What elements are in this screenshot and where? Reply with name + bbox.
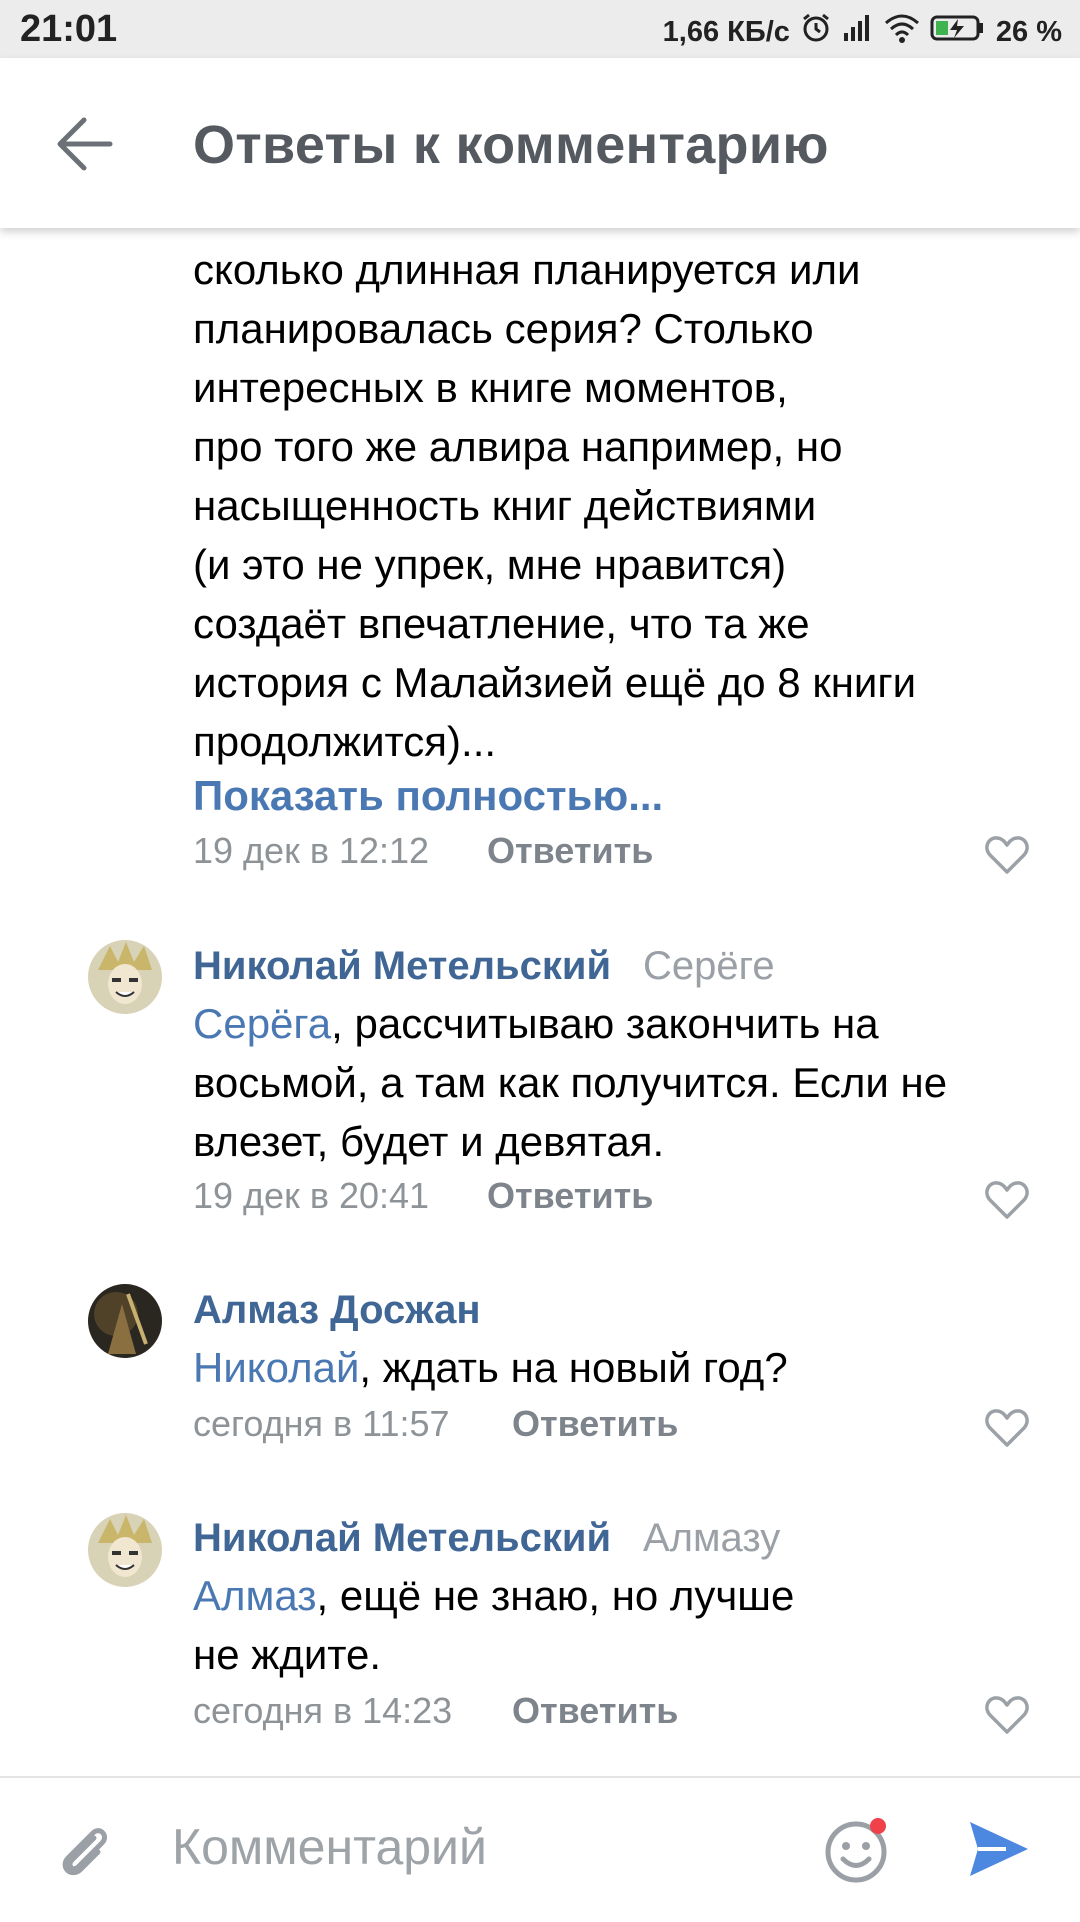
comment-author[interactable]: Николай Метельский — [193, 944, 611, 989]
network-speed: 1,66 КБ/с — [662, 15, 790, 48]
comment-text-span: , рассчитываю закончить на — [331, 1000, 879, 1047]
comment-author[interactable]: Алмаз Досжан — [193, 1288, 480, 1333]
comment-text-line: планировалась серия? Столько — [193, 305, 814, 352]
comment-text-line: (и это не упрек, мне нравится) — [193, 541, 787, 588]
mention-link[interactable]: Николай — [193, 1344, 359, 1391]
comment-timestamp: сегодня в 14:23 — [193, 1690, 453, 1731]
comment-text-line: не ждите. — [193, 1631, 382, 1678]
send-icon — [970, 1822, 1028, 1876]
comment-text-line: история с Малайзией ещё до 8 книги — [193, 659, 917, 706]
comment-input[interactable]: Комментарий — [172, 1818, 487, 1876]
comment-text-line: Серёга, рассчитываю закончить на — [193, 994, 879, 1053]
battery-charging-icon — [930, 13, 986, 51]
comment-text-line: интересных в книге моментов, — [193, 364, 788, 411]
arrow-left-icon — [57, 117, 113, 171]
like-button[interactable] — [985, 835, 1029, 875]
comment-text-line: восьмой, а там как получится. Если не — [193, 1059, 948, 1106]
reply-button[interactable]: Ответить — [512, 1403, 678, 1445]
comment-text-line: продолжится)... — [193, 718, 497, 765]
comments-list[interactable]: сколько длинная планируется или планиров… — [0, 200, 1080, 1778]
reply-button[interactable]: Ответить — [487, 1175, 653, 1217]
like-button[interactable] — [985, 1695, 1029, 1735]
comment-text-line: сколько длинная планируется или — [193, 246, 861, 293]
heart-icon — [985, 836, 1029, 874]
comment-timestamp: 19 дек в 12:12 — [193, 830, 430, 871]
comment-text-span: , ждать на новый год? — [359, 1344, 788, 1391]
attach-button[interactable] — [52, 1820, 116, 1884]
reply-addressee[interactable]: Алмазу — [643, 1516, 780, 1561]
status-icons: 1,66 КБ/с 26 % — [663, 12, 1062, 52]
wifi-icon — [884, 13, 920, 51]
like-button[interactable] — [985, 1180, 1029, 1220]
comment-text-line: создаёт впечатление, что та же — [193, 600, 810, 647]
back-button[interactable] — [54, 116, 114, 172]
heart-icon — [985, 1181, 1029, 1219]
avatar[interactable] — [88, 1513, 162, 1587]
heart-icon — [985, 1696, 1029, 1734]
page-title: Ответы к комментарию — [193, 115, 829, 175]
comment-text-span: , ещё не знаю, но лучше — [316, 1572, 795, 1619]
heart-icon — [985, 1409, 1029, 1447]
send-button[interactable] — [966, 1816, 1032, 1882]
comment-text-line: про того же алвира например, но — [193, 423, 843, 470]
status-time: 21:01 — [20, 8, 118, 50]
emoji-button[interactable] — [822, 1814, 894, 1886]
status-bar: 21:01 1,66 КБ/с 26 % — [0, 0, 1080, 58]
alarm-icon — [800, 12, 832, 52]
comment-text-line: Николай, ждать на новый год? — [193, 1338, 788, 1397]
show-more-link[interactable]: Показать полностью... — [193, 772, 663, 820]
reply-button[interactable]: Ответить — [512, 1690, 678, 1732]
comment-text-line: влезет, будет и девятая. — [193, 1118, 665, 1165]
avatar[interactable] — [88, 1284, 162, 1358]
comment-author[interactable]: Николай Метельский — [193, 1516, 611, 1561]
like-button[interactable] — [985, 1408, 1029, 1448]
mention-link[interactable]: Алмаз — [193, 1572, 317, 1619]
avatar[interactable] — [88, 940, 162, 1014]
comment-timestamp: 19 дек в 20:41 — [193, 1175, 430, 1216]
mention-link[interactable]: Серёга — [193, 1000, 331, 1047]
smiley-icon — [825, 1818, 887, 1883]
comment-text-line: насыщенность книг действиями — [193, 482, 817, 529]
comment-text-line: Алмаз, ещё не знаю, но лучше — [193, 1566, 794, 1625]
signal-icon — [842, 13, 874, 51]
reply-button[interactable]: Ответить — [487, 830, 653, 872]
paperclip-icon — [62, 1828, 107, 1876]
reply-addressee[interactable]: Серёге — [643, 944, 775, 989]
comment-composer: Комментарий — [0, 1776, 1080, 1922]
comment-timestamp: сегодня в 11:57 — [193, 1403, 450, 1444]
battery-level: 26 % — [995, 15, 1062, 48]
app-header: Ответы к комментарию — [0, 58, 1080, 228]
